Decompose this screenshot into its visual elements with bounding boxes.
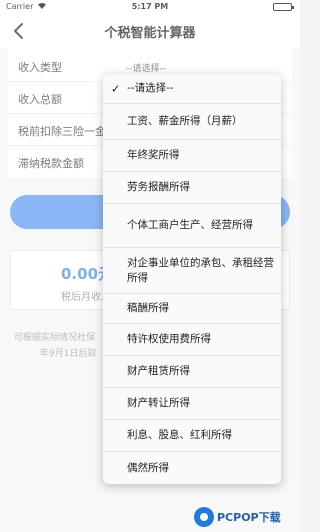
dropdown-option-individual-business[interactable]: 个体工商户生产、经营所得 — [103, 204, 281, 248]
dropdown-option-label: 年终奖所得 — [127, 149, 180, 161]
dropdown-option-label: 财产租赁所得 — [127, 365, 190, 377]
dropdown-option-placeholder[interactable]: ✓ --请选择-- — [103, 74, 281, 104]
dropdown-option-label: --请选择-- — [127, 82, 174, 94]
pcpop-watermark: PCPOP下载 — [194, 506, 294, 528]
dropdown-option-label: 偶然所得 — [127, 461, 169, 474]
pcpop-logo-icon — [194, 507, 214, 527]
dropdown-option-incidental[interactable]: 偶然所得 — [103, 452, 281, 484]
checkmark-icon: ✓ — [111, 82, 121, 95]
dropdown-option-label: 劳务报酬所得 — [127, 181, 190, 193]
dropdown-option-property-transfer[interactable]: 财产转让所得 — [103, 388, 281, 420]
dropdown-option-royalties[interactable]: 稿酬所得 — [103, 294, 281, 324]
dropdown-option-label: 利息、股息、红利所得 — [127, 429, 232, 441]
dropdown-option-year-end-bonus[interactable]: 年终奖所得 — [103, 140, 281, 172]
dropdown-option-label: 工资、薪金所得（月薪） — [127, 115, 243, 127]
income-type-dropdown: ✓ --请选择-- 工资、薪金所得（月薪） 年终奖所得 劳务报酬所得 个体工商户… — [103, 74, 281, 484]
dropdown-option-label: 对企事业单位的承包、承租经营所得 — [127, 256, 274, 284]
dropdown-option-label: 特许权使用费所得 — [127, 333, 211, 345]
dropdown-option-interest-dividend[interactable]: 利息、股息、红利所得 — [103, 420, 281, 452]
dropdown-option-property-lease[interactable]: 财产租赁所得 — [103, 356, 281, 388]
dropdown-option-label: 稿酬所得 — [127, 302, 169, 314]
dropdown-option-label: 个体工商户生产、经营所得 — [127, 219, 253, 231]
dropdown-option-franchise[interactable]: 特许权使用费所得 — [103, 324, 281, 356]
dropdown-option-labor-remuneration[interactable]: 劳务报酬所得 — [103, 172, 281, 204]
watermark-text: PCPOP下载 — [217, 511, 281, 524]
dropdown-option-contract-operation[interactable]: 对企事业单位的承包、承租经营所得 — [103, 248, 281, 294]
dropdown-option-salary[interactable]: 工资、薪金所得（月薪） — [103, 104, 281, 140]
dropdown-option-label: 财产转让所得 — [127, 397, 190, 409]
